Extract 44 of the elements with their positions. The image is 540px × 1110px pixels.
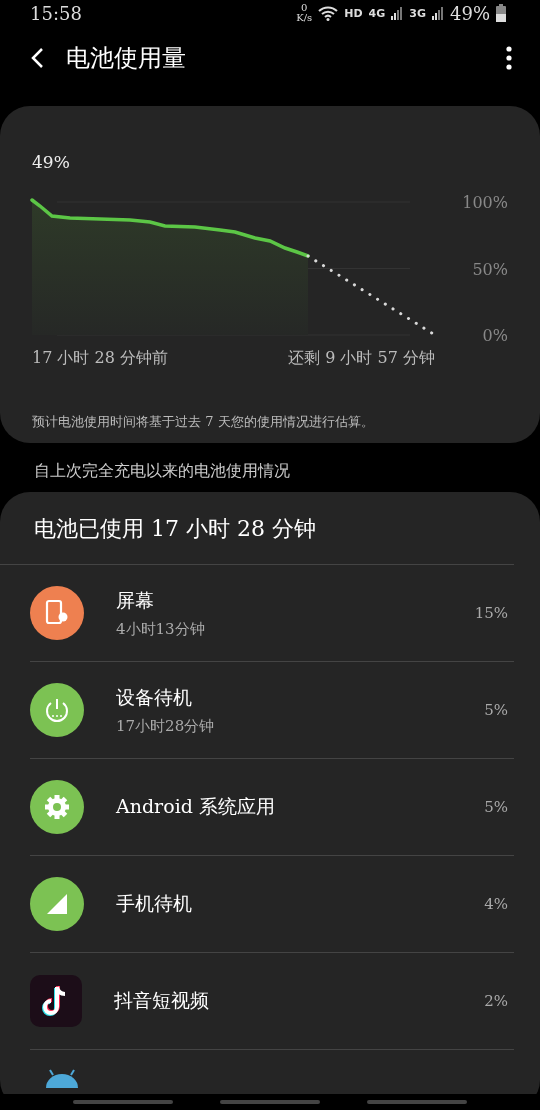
more-options-button[interactable] — [506, 46, 512, 71]
nav-bar[interactable] — [220, 1100, 320, 1104]
speed-unit: K/s — [296, 13, 313, 24]
wifi-icon — [318, 5, 339, 22]
usage-row[interactable]: 屏幕 4小时13分钟 15% — [30, 565, 514, 662]
battery-icon — [496, 4, 506, 23]
axis-label: 100% — [462, 193, 508, 212]
usage-row[interactable]: 抖音短视频 2% — [30, 953, 514, 1050]
network-label: 3G — [409, 6, 426, 20]
item-duration: 17小时28分钟 — [116, 716, 216, 736]
estimate-note: 预计电池使用时间将基于过去 7 天您的使用情况进行估算。 — [31, 413, 375, 431]
item-name: 手机待机 — [116, 891, 193, 916]
usage-row[interactable]: 设备待机 17小时28分钟 5% — [30, 662, 514, 759]
item-percent: 2% — [484, 992, 508, 1010]
speed-value: 0 — [301, 3, 308, 14]
start-time-label: 17 小时 28 分钟前 — [32, 348, 168, 369]
remaining-time-label: 还剩 9 小时 57 分钟 — [288, 348, 435, 369]
usage-row[interactable]: 手机待机 4% — [30, 856, 514, 953]
axis-label: 0% — [482, 326, 508, 345]
item-name: 抖音短视频 — [114, 988, 210, 1013]
section-title: 自上次完全充电以来的电池使用情况 — [33, 460, 291, 482]
current-level: 49% — [31, 151, 71, 172]
usage-total: 电池已使用 17 小时 28 分钟 — [0, 492, 514, 565]
item-name: 屏幕 — [116, 587, 155, 613]
item-percent: 15% — [474, 604, 508, 622]
usage-row[interactable]: Android 系统应用 5% — [30, 759, 514, 856]
hd-label: HD — [344, 6, 363, 20]
back-button[interactable] — [30, 47, 44, 70]
music-note-icon — [30, 975, 82, 1027]
status-time: 15:58 — [30, 2, 83, 24]
signal-bars-icon — [391, 6, 404, 21]
battery-percent: 49% — [450, 2, 490, 24]
axis-label: 50% — [472, 259, 508, 279]
item-name: Android 系统应用 — [116, 794, 276, 819]
network-label: 4G — [368, 6, 386, 20]
item-percent: 5% — [484, 701, 508, 719]
item-duration: 4小时13分钟 — [116, 619, 206, 639]
item-percent: 4% — [484, 895, 508, 913]
nav-bar[interactable] — [73, 1100, 174, 1104]
page-title: 电池使用量 — [66, 43, 187, 75]
item-name: 设备待机 — [116, 684, 193, 710]
signal-bars-icon — [432, 6, 444, 21]
nav-bar[interactable] — [366, 1100, 467, 1104]
item-percent: 5% — [484, 798, 508, 816]
